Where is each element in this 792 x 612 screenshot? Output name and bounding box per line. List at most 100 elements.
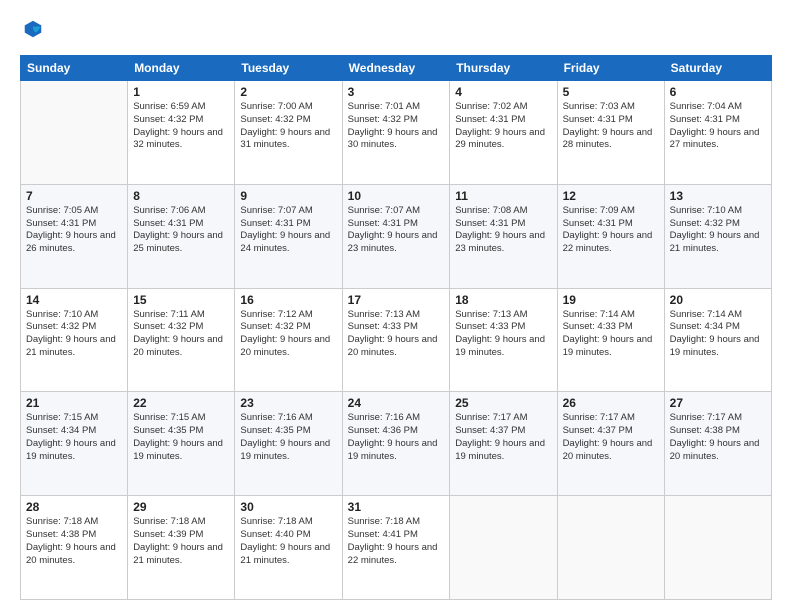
day-number: 25 [455, 396, 551, 410]
day-number: 20 [670, 293, 766, 307]
calendar-week-2: 14 Sunrise: 7:10 AMSunset: 4:32 PMDayligh… [21, 288, 772, 392]
header [20, 18, 772, 45]
calendar-cell: 26 Sunrise: 7:17 AMSunset: 4:37 PMDayligh… [557, 392, 664, 496]
calendar-cell: 24 Sunrise: 7:16 AMSunset: 4:36 PMDayligh… [342, 392, 450, 496]
cell-info: Sunrise: 7:02 AMSunset: 4:31 PMDaylight:… [455, 101, 545, 150]
cell-info: Sunrise: 7:00 AMSunset: 4:32 PMDaylight:… [240, 101, 330, 150]
cell-info: Sunrise: 7:10 AMSunset: 4:32 PMDaylight:… [670, 205, 760, 254]
calendar-cell: 6 Sunrise: 7:04 AMSunset: 4:31 PMDaylight… [664, 81, 771, 185]
day-number: 2 [240, 85, 336, 99]
logo-icon [22, 18, 44, 45]
calendar-cell [21, 81, 128, 185]
calendar-cell: 12Sunrise: 7:09 AMSunset: 4:31 PMDayligh… [557, 184, 664, 288]
cell-info: Sunrise: 7:13 AMSunset: 4:33 PMDaylight:… [348, 309, 438, 358]
cell-info: Sunrise: 7:17 AMSunset: 4:37 PMDaylight:… [455, 412, 545, 461]
calendar-cell: 23 Sunrise: 7:16 AMSunset: 4:35 PMDayligh… [235, 392, 342, 496]
day-number: 8 [133, 189, 229, 203]
calendar-cell: 5 Sunrise: 7:03 AMSunset: 4:31 PMDaylight… [557, 81, 664, 185]
weekday-header-friday: Friday [557, 56, 664, 81]
day-number: 19 [563, 293, 659, 307]
cell-info: Sunrise: 7:17 AMSunset: 4:38 PMDaylight:… [670, 412, 760, 461]
day-number: 9 [240, 189, 336, 203]
calendar-cell: 25 Sunrise: 7:17 AMSunset: 4:37 PMDayligh… [450, 392, 557, 496]
weekday-header-monday: Monday [128, 56, 235, 81]
cell-info: Sunrise: 7:05 AMSunset: 4:31 PMDaylight:… [26, 205, 116, 254]
calendar-cell: 13 Sunrise: 7:10 AMSunset: 4:32 PMDayligh… [664, 184, 771, 288]
cell-info: Sunrise: 7:17 AMSunset: 4:37 PMDaylight:… [563, 412, 653, 461]
day-number: 17 [348, 293, 445, 307]
calendar-cell: 2 Sunrise: 7:00 AMSunset: 4:32 PMDaylight… [235, 81, 342, 185]
calendar-week-1: 7 Sunrise: 7:05 AMSunset: 4:31 PMDaylight… [21, 184, 772, 288]
day-number: 26 [563, 396, 659, 410]
cell-info: Sunrise: 7:12 AMSunset: 4:32 PMDaylight:… [240, 309, 330, 358]
cell-info: Sunrise: 7:18 AMSunset: 4:39 PMDaylight:… [133, 516, 223, 565]
calendar-cell: 30 Sunrise: 7:18 AMSunset: 4:40 PMDayligh… [235, 496, 342, 600]
page: SundayMondayTuesdayWednesdayThursdayFrid… [0, 0, 792, 612]
calendar-header-row: SundayMondayTuesdayWednesdayThursdayFrid… [21, 56, 772, 81]
calendar-cell: 7 Sunrise: 7:05 AMSunset: 4:31 PMDaylight… [21, 184, 128, 288]
day-number: 11 [455, 189, 551, 203]
cell-info: Sunrise: 7:03 AMSunset: 4:31 PMDaylight:… [563, 101, 653, 150]
cell-info: Sunrise: 7:14 AMSunset: 4:34 PMDaylight:… [670, 309, 760, 358]
cell-info: Sunrise: 7:07 AMSunset: 4:31 PMDaylight:… [240, 205, 330, 254]
calendar-cell [664, 496, 771, 600]
day-number: 5 [563, 85, 659, 99]
logo [20, 18, 44, 45]
day-number: 18 [455, 293, 551, 307]
cell-info: Sunrise: 7:15 AMSunset: 4:34 PMDaylight:… [26, 412, 116, 461]
day-number: 12 [563, 189, 659, 203]
day-number: 14 [26, 293, 122, 307]
calendar-cell: 28 Sunrise: 7:18 AMSunset: 4:38 PMDayligh… [21, 496, 128, 600]
calendar-cell: 19 Sunrise: 7:14 AMSunset: 4:33 PMDayligh… [557, 288, 664, 392]
cell-info: Sunrise: 7:18 AMSunset: 4:41 PMDaylight:… [348, 516, 438, 565]
cell-info: Sunrise: 7:08 AMSunset: 4:31 PMDaylight:… [455, 205, 545, 254]
day-number: 29 [133, 500, 229, 514]
weekday-header-thursday: Thursday [450, 56, 557, 81]
calendar-cell: 15Sunrise: 7:11 AMSunset: 4:32 PMDayligh… [128, 288, 235, 392]
calendar-cell: 31Sunrise: 7:18 AMSunset: 4:41 PMDayligh… [342, 496, 450, 600]
cell-info: Sunrise: 7:06 AMSunset: 4:31 PMDaylight:… [133, 205, 223, 254]
calendar-cell: 17 Sunrise: 7:13 AMSunset: 4:33 PMDayligh… [342, 288, 450, 392]
calendar-cell: 14 Sunrise: 7:10 AMSunset: 4:32 PMDayligh… [21, 288, 128, 392]
cell-info: Sunrise: 6:59 AMSunset: 4:32 PMDaylight:… [133, 101, 223, 150]
calendar-cell: 18 Sunrise: 7:13 AMSunset: 4:33 PMDayligh… [450, 288, 557, 392]
day-number: 6 [670, 85, 766, 99]
day-number: 24 [348, 396, 445, 410]
cell-info: Sunrise: 7:16 AMSunset: 4:36 PMDaylight:… [348, 412, 438, 461]
cell-info: Sunrise: 7:14 AMSunset: 4:33 PMDaylight:… [563, 309, 653, 358]
day-number: 7 [26, 189, 122, 203]
day-number: 27 [670, 396, 766, 410]
calendar-cell: 27 Sunrise: 7:17 AMSunset: 4:38 PMDayligh… [664, 392, 771, 496]
calendar-cell: 16 Sunrise: 7:12 AMSunset: 4:32 PMDayligh… [235, 288, 342, 392]
day-number: 28 [26, 500, 122, 514]
cell-info: Sunrise: 7:04 AMSunset: 4:31 PMDaylight:… [670, 101, 760, 150]
calendar-cell: 11 Sunrise: 7:08 AMSunset: 4:31 PMDayligh… [450, 184, 557, 288]
calendar-cell: 9 Sunrise: 7:07 AMSunset: 4:31 PMDaylight… [235, 184, 342, 288]
cell-info: Sunrise: 7:11 AMSunset: 4:32 PMDaylight:… [133, 309, 223, 358]
calendar-cell: 10Sunrise: 7:07 AMSunset: 4:31 PMDayligh… [342, 184, 450, 288]
calendar-cell: 21Sunrise: 7:15 AMSunset: 4:34 PMDayligh… [21, 392, 128, 496]
cell-info: Sunrise: 7:16 AMSunset: 4:35 PMDaylight:… [240, 412, 330, 461]
weekday-header-tuesday: Tuesday [235, 56, 342, 81]
cell-info: Sunrise: 7:10 AMSunset: 4:32 PMDaylight:… [26, 309, 116, 358]
calendar-cell: 8 Sunrise: 7:06 AMSunset: 4:31 PMDaylight… [128, 184, 235, 288]
weekday-header-sunday: Sunday [21, 56, 128, 81]
calendar-cell [557, 496, 664, 600]
day-number: 3 [348, 85, 445, 99]
day-number: 10 [348, 189, 445, 203]
cell-info: Sunrise: 7:18 AMSunset: 4:38 PMDaylight:… [26, 516, 116, 565]
day-number: 16 [240, 293, 336, 307]
day-number: 13 [670, 189, 766, 203]
cell-info: Sunrise: 7:18 AMSunset: 4:40 PMDaylight:… [240, 516, 330, 565]
cell-info: Sunrise: 7:13 AMSunset: 4:33 PMDaylight:… [455, 309, 545, 358]
day-number: 4 [455, 85, 551, 99]
calendar-cell: 3Sunrise: 7:01 AMSunset: 4:32 PMDaylight… [342, 81, 450, 185]
calendar-cell: 22 Sunrise: 7:15 AMSunset: 4:35 PMDayligh… [128, 392, 235, 496]
calendar-week-4: 28 Sunrise: 7:18 AMSunset: 4:38 PMDayligh… [21, 496, 772, 600]
day-number: 30 [240, 500, 336, 514]
cell-info: Sunrise: 7:15 AMSunset: 4:35 PMDaylight:… [133, 412, 223, 461]
day-number: 22 [133, 396, 229, 410]
weekday-header-wednesday: Wednesday [342, 56, 450, 81]
day-number: 23 [240, 396, 336, 410]
day-number: 1 [133, 85, 229, 99]
